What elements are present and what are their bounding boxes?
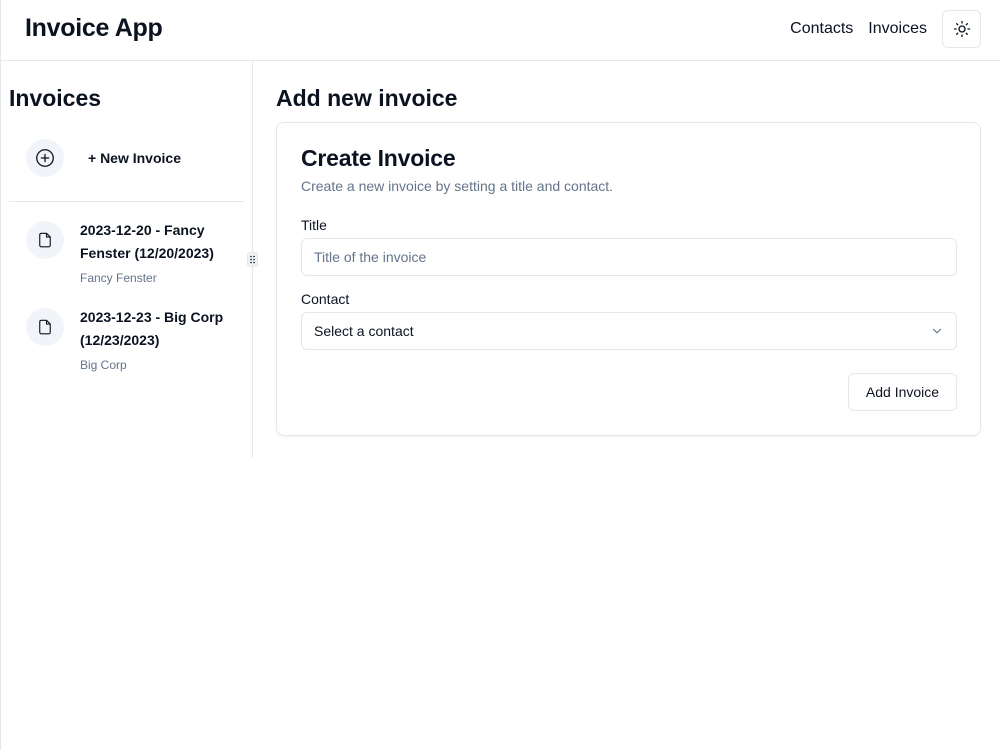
card-title: Create Invoice — [301, 145, 456, 171]
invoice-contact: Big Corp — [80, 358, 127, 372]
chevron-down-icon — [932, 328, 942, 334]
create-invoice-card: Create Invoice Create a new invoice by s… — [276, 122, 981, 436]
sidebar: Invoices + New Invoice 2023-12-20 - Fanc… — [1, 61, 253, 458]
contact-select[interactable]: Select a contact — [301, 312, 957, 350]
contact-select-value: Select a contact — [314, 323, 414, 339]
app-header: Invoice App Contacts Invoices — [1, 0, 1000, 61]
title-field-label: Title — [301, 217, 327, 233]
sidebar-heading: Invoices — [9, 85, 102, 111]
invoice-list-item[interactable]: 2023-12-23 - Big Corp (12/23/2023) Big C… — [26, 306, 241, 372]
contact-field-label: Contact — [301, 291, 350, 307]
sun-icon — [953, 20, 970, 38]
nav-link-invoices[interactable]: Invoices — [868, 20, 927, 38]
file-icon — [26, 308, 64, 346]
invoice-list-item[interactable]: 2023-12-20 - Fancy Fenster (12/20/2023) … — [26, 219, 241, 285]
panel-resize-handle[interactable] — [247, 252, 258, 267]
new-invoice-label: + New Invoice — [88, 150, 181, 166]
plus-circle-icon — [26, 139, 64, 177]
invoice-contact: Fancy Fenster — [80, 271, 157, 285]
title-input[interactable] — [301, 238, 957, 276]
app-title: Invoice App — [25, 14, 163, 42]
sidebar-divider — [9, 201, 244, 202]
new-invoice-button[interactable]: + New Invoice — [26, 139, 181, 177]
add-invoice-button[interactable]: Add Invoice — [848, 373, 957, 411]
file-icon — [26, 221, 64, 259]
invoice-title: 2023-12-20 - Fancy Fenster (12/20/2023) — [80, 222, 214, 261]
top-nav: Contacts Invoices — [790, 10, 981, 48]
page-title: Add new invoice — [276, 85, 458, 111]
nav-link-contacts[interactable]: Contacts — [790, 20, 853, 38]
card-description: Create a new invoice by setting a title … — [301, 178, 614, 194]
theme-toggle-button[interactable] — [942, 10, 981, 48]
grip-icon — [250, 255, 255, 264]
invoice-title: 2023-12-23 - Big Corp (12/23/2023) — [80, 309, 224, 348]
